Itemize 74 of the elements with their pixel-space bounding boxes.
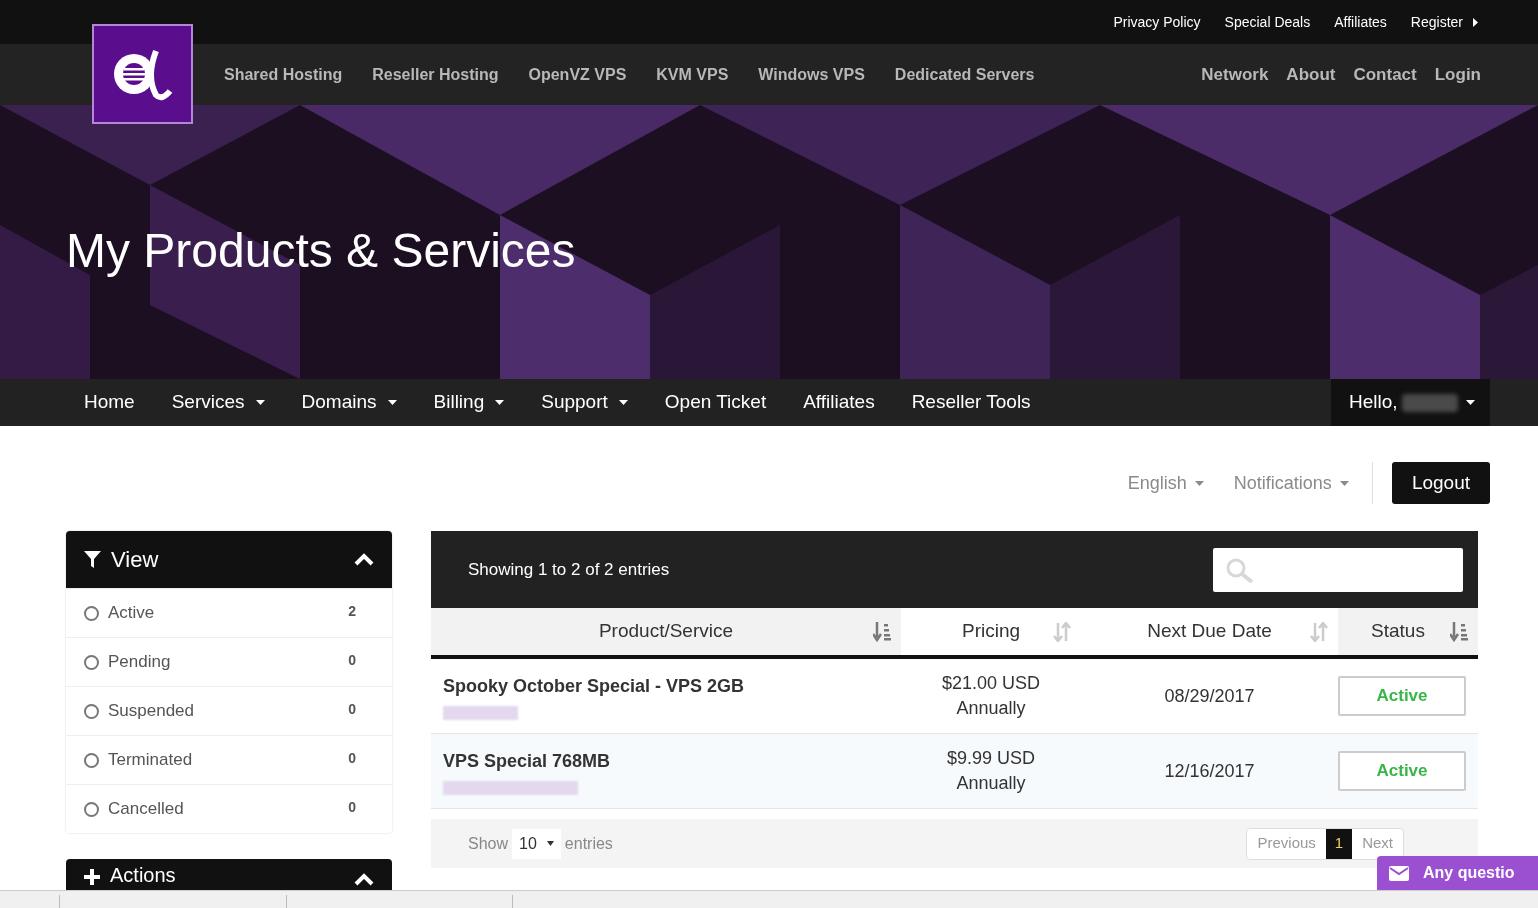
nav-link[interactable]: Services [171, 388, 265, 417]
filter-icon [84, 551, 101, 568]
price-text: $21.00 USD [941, 672, 1041, 695]
radio-button[interactable] [84, 605, 99, 621]
panel-title: Actions [110, 865, 176, 885]
caret-icon [1465, 400, 1475, 405]
entries-info: Showing 1 to 2 of 2 entries [468, 558, 670, 581]
panel-header[interactable]: Actions [66, 859, 392, 890]
radio-button[interactable] [84, 654, 99, 670]
radio-button[interactable] [84, 801, 99, 817]
top-link[interactable]: Privacy Policy [1113, 11, 1201, 33]
nav-link[interactable]: Login [1434, 61, 1481, 88]
plus-icon [84, 869, 100, 885]
filter-item[interactable]: Active 2 [66, 588, 392, 637]
page-size-select[interactable]: 10 [512, 828, 561, 859]
search-field[interactable] [1213, 547, 1463, 592]
nav-link[interactable]: KVM VPS [656, 62, 729, 87]
count-label: 0 [348, 700, 356, 719]
nav-link[interactable]: Network [1201, 61, 1269, 88]
product-name[interactable]: Spooky October Special - VPS 2GB [443, 673, 901, 700]
top-link[interactable]: Affiliates [1334, 11, 1387, 33]
column-header[interactable]: Status [1338, 608, 1478, 655]
caret-icon [546, 841, 554, 846]
status-badge: Active [1338, 676, 1466, 716]
nav-link[interactable]: Domains [301, 388, 397, 417]
blurred-username [1401, 393, 1458, 412]
price-text: $9.99 USD [946, 747, 1036, 770]
filter-item[interactable]: Pending 0 [66, 637, 392, 686]
caret-icon [1339, 480, 1349, 486]
count-label: 2 [348, 602, 356, 621]
page-title: My Products & Services [66, 227, 576, 275]
billing-cycle: Annually [956, 697, 1026, 720]
nav-link[interactable]: Affiliates [803, 388, 875, 417]
entries-label: entries [564, 833, 613, 854]
nav-link[interactable]: Windows VPS [758, 62, 865, 87]
due-date: 08/29/2017 [1164, 684, 1255, 708]
radio-button[interactable] [84, 752, 99, 768]
user-menu[interactable]: Hello, [1331, 379, 1490, 426]
logout-button[interactable]: Logout [1391, 462, 1490, 504]
chat-button[interactable]: Any questio [1377, 856, 1538, 890]
nav-link[interactable]: Contact [1353, 61, 1417, 88]
envelope-icon [1389, 865, 1409, 881]
radio-button[interactable] [84, 703, 99, 719]
count-label: 0 [348, 798, 356, 817]
caret-icon [1194, 480, 1204, 486]
top-link[interactable]: Special Deals [1224, 11, 1311, 33]
nav-link[interactable]: Shared Hosting [224, 62, 343, 87]
count-label: 0 [348, 651, 356, 670]
filter-item[interactable]: Suspended 0 [66, 686, 392, 735]
top-link[interactable]: Register [1410, 11, 1478, 33]
filter-item[interactable]: Cancelled 0 [66, 784, 392, 833]
due-date: 12/16/2017 [1164, 759, 1255, 783]
column-header[interactable]: Product/Service [431, 608, 901, 655]
panel-title: View [111, 546, 159, 574]
nav-link[interactable]: Billing [433, 388, 505, 417]
count-label: 0 [348, 749, 356, 768]
nav-link[interactable]: Open Ticket [664, 388, 767, 417]
billing-cycle: Annually [956, 772, 1026, 795]
nav-link[interactable]: Reseller Hosting [372, 62, 499, 87]
filter-item[interactable]: Terminated 0 [66, 735, 392, 784]
nav-link[interactable]: Support [541, 388, 628, 417]
nav-link[interactable]: Reseller Tools [911, 388, 1031, 417]
nav-link[interactable]: Dedicated Servers [894, 62, 1035, 87]
panel-header[interactable]: View [66, 531, 392, 588]
search-icon [1225, 556, 1255, 583]
greeting-text: Hello, [1349, 390, 1398, 415]
nav-link[interactable]: About [1286, 61, 1336, 88]
page-button[interactable]: 1 [1325, 828, 1353, 859]
nav-link[interactable]: Home [84, 388, 135, 417]
product-name[interactable]: VPS Special 768MB [443, 748, 901, 775]
nav-link[interactable]: OpenVZ VPS [528, 62, 627, 87]
logo[interactable] [92, 24, 193, 124]
show-label: Show [468, 833, 509, 854]
status-badge: Active [1338, 751, 1466, 791]
